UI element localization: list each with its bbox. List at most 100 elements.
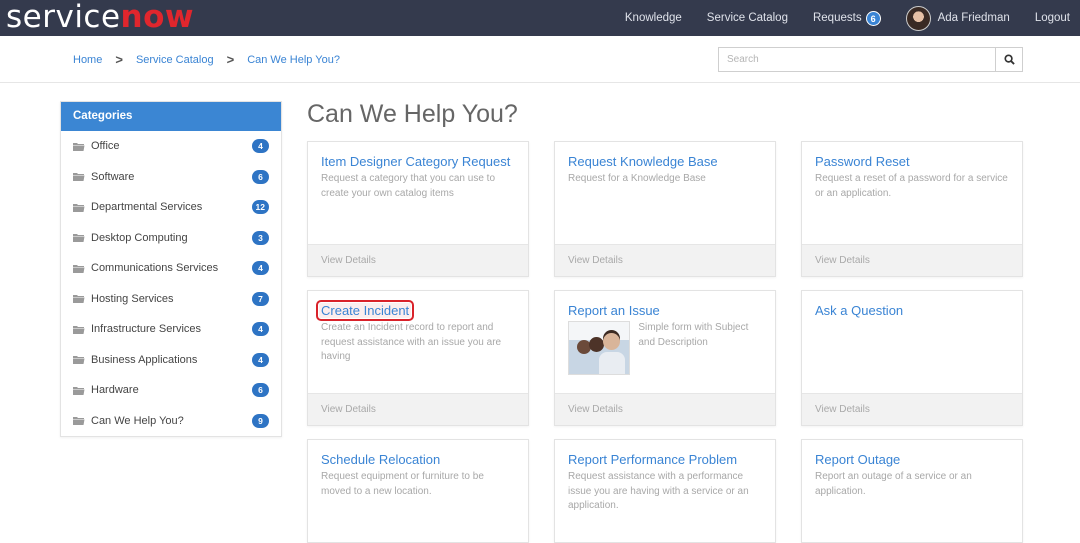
category-label: Departmental Services — [91, 201, 203, 214]
catalog-item-title[interactable]: Schedule Relocation — [321, 452, 440, 467]
catalog-item-description: Simple form with Subject and Description — [638, 322, 749, 348]
card-body: Create Incident Create an Incident record… — [308, 291, 528, 393]
catalog-item-description: Create an Incident record to report and … — [321, 322, 502, 362]
card-body: Report an Issue Simple form with Subject … — [555, 291, 775, 393]
nav-knowledge[interactable]: Knowledge — [625, 12, 682, 24]
card-body: Schedule Relocation Request equipment or … — [308, 440, 528, 542]
top-header: servicenow Knowledge Service Catalog Req… — [0, 0, 1080, 36]
category-label: Office — [91, 140, 120, 153]
catalog-item-title[interactable]: Item Designer Category Request — [321, 154, 510, 169]
category-item[interactable]: Can We Help You? 9 — [61, 406, 281, 437]
search-icon — [1003, 54, 1015, 65]
folder-icon — [73, 356, 85, 365]
catalog-item-card[interactable]: Create Incident Create an Incident record… — [307, 290, 529, 426]
category-label: Communications Services — [91, 262, 219, 275]
logo-text-now: now — [120, 0, 195, 35]
breadcrumb-home[interactable]: Home — [73, 54, 102, 66]
catalog-item-card[interactable]: Password Reset Request a reset of a passw… — [801, 141, 1023, 277]
catalog-item-title[interactable]: Report an Issue — [568, 303, 660, 318]
catalog-item-title[interactable]: Ask a Question — [815, 303, 903, 318]
folder-icon — [73, 203, 85, 212]
breadcrumb-bar: Home > Service Catalog > Can We Help You… — [0, 36, 1080, 83]
category-count-badge: 7 — [252, 291, 269, 306]
top-nav: Knowledge Service Catalog Requests 6 Ada… — [600, 0, 1070, 36]
category-label: Desktop Computing — [91, 231, 188, 244]
user-avatar — [905, 5, 931, 31]
category-label: Can We Help You? — [91, 414, 184, 427]
catalog-item-title[interactable]: Request Knowledge Base — [568, 154, 718, 169]
nav-requests[interactable]: Requests 6 — [812, 10, 881, 26]
catalog-item-description: Request a category that you can use to c… — [321, 173, 495, 199]
nav-requests-label: Requests — [812, 12, 862, 24]
breadcrumb-service-catalog[interactable]: Service Catalog — [136, 54, 214, 66]
card-body: Report Performance Problem Request assist… — [555, 440, 775, 542]
category-item[interactable]: Departmental Services 12 — [61, 192, 281, 223]
card-media: Simple form with Subject and Description — [568, 321, 762, 375]
card-body: Report Outage Report an outage of a servi… — [802, 440, 1022, 542]
category-item[interactable]: Office 4 — [61, 131, 281, 162]
catalog-item-card[interactable]: Request Knowledge Base Request for a Know… — [554, 141, 776, 277]
folder-icon — [73, 234, 85, 243]
folder-icon — [73, 173, 85, 182]
catalog-item-description: Request equipment or furniture to be mov… — [321, 471, 484, 497]
catalog-item-card[interactable]: Report Performance Problem Request assist… — [554, 439, 776, 543]
folder-icon — [73, 295, 85, 304]
view-details-link[interactable]: View Details — [555, 393, 775, 425]
view-details-link[interactable]: View Details — [555, 244, 775, 276]
categories-heading: Categories — [61, 102, 281, 131]
category-count-badge: 12 — [251, 200, 269, 215]
catalog-item-card[interactable]: Ask a Question View Details — [801, 290, 1023, 426]
category-count-badge: 3 — [252, 230, 269, 245]
view-details-link[interactable]: View Details — [802, 244, 1022, 276]
catalog-item-card[interactable]: Report an Issue Simple form with Subject … — [554, 290, 776, 426]
category-count-badge: 4 — [252, 139, 269, 154]
category-item[interactable]: Hardware 6 — [61, 375, 281, 406]
catalog-item-description: Request a reset of a password for a serv… — [815, 173, 1008, 199]
search-button[interactable] — [995, 48, 1022, 71]
folder-icon — [73, 325, 85, 334]
category-count-badge: 4 — [252, 322, 269, 337]
catalog-item-card[interactable]: Item Designer Category Request Request a … — [307, 141, 529, 277]
category-count-badge: 4 — [252, 352, 269, 367]
search-input[interactable] — [719, 48, 995, 71]
view-details-link[interactable]: View Details — [308, 244, 528, 276]
category-item[interactable]: Hosting Services 7 — [61, 284, 281, 315]
servicenow-logo[interactable]: servicenow — [6, 0, 194, 36]
nav-service-catalog[interactable]: Service Catalog — [707, 12, 788, 24]
category-label: Hosting Services — [91, 292, 174, 305]
user-menu[interactable]: Ada Friedman — [905, 5, 1010, 31]
card-body: Request Knowledge Base Request for a Know… — [555, 142, 775, 244]
category-item[interactable]: Desktop Computing 3 — [61, 223, 281, 254]
catalog-item-title[interactable]: Report Outage — [815, 452, 900, 467]
category-label: Business Applications — [91, 353, 198, 366]
catalog-item-card[interactable]: Schedule Relocation Request equipment or … — [307, 439, 529, 543]
category-label: Infrastructure Services — [91, 323, 202, 336]
catalog-item-title[interactable]: Report Performance Problem — [568, 452, 737, 467]
logo-text-service: service — [6, 0, 121, 35]
breadcrumb-current[interactable]: Can We Help You? — [247, 54, 340, 66]
category-count-badge: 6 — [252, 383, 269, 398]
catalog-item-title[interactable]: Create Incident — [315, 300, 415, 321]
catalog-item-title[interactable]: Password Reset — [815, 154, 910, 169]
card-body: Ask a Question — [802, 291, 1022, 393]
folder-icon — [73, 417, 85, 426]
card-body: Item Designer Category Request Request a … — [308, 142, 528, 244]
search-box — [718, 47, 1023, 72]
catalog-item-card[interactable]: Report Outage Report an outage of a servi… — [801, 439, 1023, 543]
logout-link[interactable]: Logout — [1035, 12, 1070, 24]
page-title: Can We Help You? — [307, 100, 518, 128]
category-item[interactable]: Communications Services 4 — [61, 253, 281, 284]
view-details-link[interactable]: View Details — [308, 393, 528, 425]
category-count-badge: 6 — [252, 169, 269, 184]
category-item[interactable]: Infrastructure Services 4 — [61, 314, 281, 345]
catalog-item-description: Report an outage of a service or an appl… — [815, 471, 972, 497]
category-item[interactable]: Software 6 — [61, 162, 281, 193]
categories-panel: Categories Office 4 Software 6 Departmental … — [60, 101, 282, 437]
category-label: Software — [91, 170, 135, 183]
catalog-item-description: Request assistance with a performance is… — [568, 471, 749, 511]
folder-icon — [73, 142, 85, 151]
category-item[interactable]: Business Applications 4 — [61, 345, 281, 376]
category-count-badge: 4 — [252, 261, 269, 276]
breadcrumb: Home > Service Catalog > Can We Help You… — [73, 36, 340, 83]
view-details-link[interactable]: View Details — [802, 393, 1022, 425]
